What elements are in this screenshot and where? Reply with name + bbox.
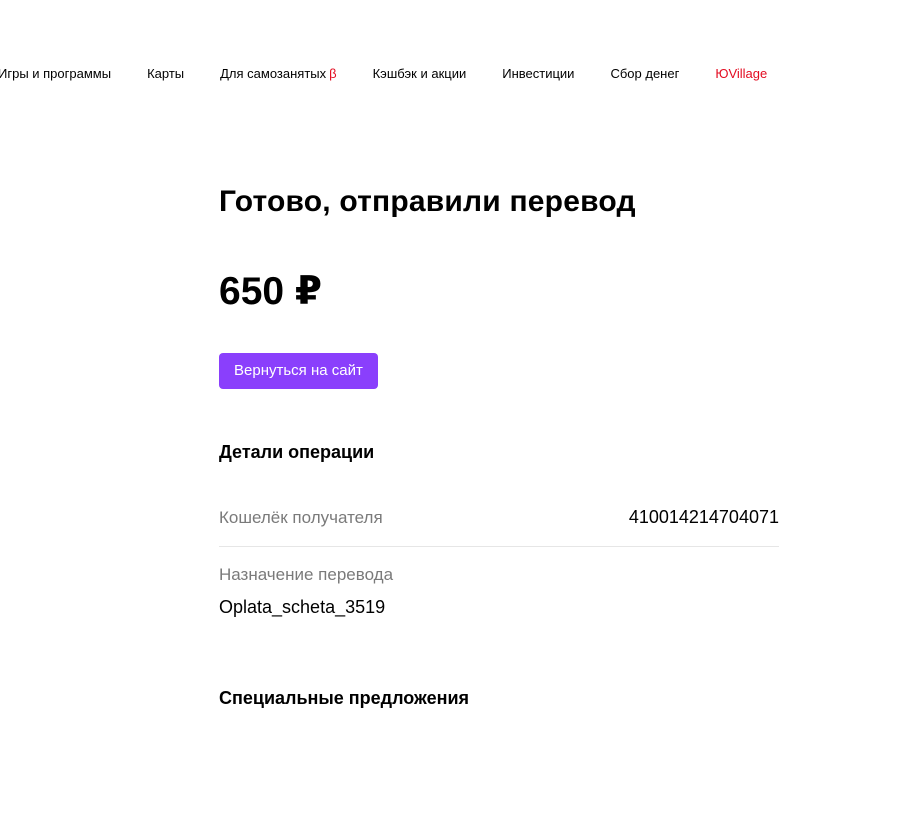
main-content: Готово, отправили перевод 650 ₽ Вернутьс… <box>219 180 779 710</box>
purpose-value: Oplata_scheta_3519 <box>219 597 386 617</box>
special-offers-heading: Специальные предложения <box>219 688 470 708</box>
nav-item-games[interactable]: Игры и программы <box>0 64 111 84</box>
transfer-amount: 650 ₽ <box>219 270 323 313</box>
page-title: Готово, отправили перевод <box>219 185 636 218</box>
wallet-value: 410014214704071 <box>628 507 779 527</box>
purpose-label: Назначение перевода <box>219 565 394 584</box>
nav-item-cashback[interactable]: Кэшбэк и акции <box>373 64 467 84</box>
wallet-row: Кошелёк получателя 410014214704071 <box>219 506 779 547</box>
wallet-label: Кошелёк получателя <box>219 508 383 527</box>
nav-item-investments[interactable]: Инвестиции <box>502 64 574 84</box>
nav-item-self-employed-label: Для самозанятых <box>220 66 327 81</box>
top-navigation: Игры и программы Карты Для самозанятых β … <box>0 64 803 84</box>
purpose-row: Назначение перевода Oplata_scheta_3519 <box>219 564 779 618</box>
back-to-site-button[interactable]: Вернуться на сайт <box>219 353 378 389</box>
beta-badge: β <box>329 66 337 81</box>
nav-item-self-employed[interactable]: Для самозанятых β <box>220 64 336 84</box>
page: Игры и программы Карты Для самозанятых β … <box>0 0 899 816</box>
nav-item-yuvillage[interactable]: ЮVillage <box>715 64 767 84</box>
details-heading: Детали операции <box>219 442 375 462</box>
nav-item-cards[interactable]: Карты <box>147 64 184 84</box>
nav-item-fundraising[interactable]: Сбор денег <box>610 64 679 84</box>
